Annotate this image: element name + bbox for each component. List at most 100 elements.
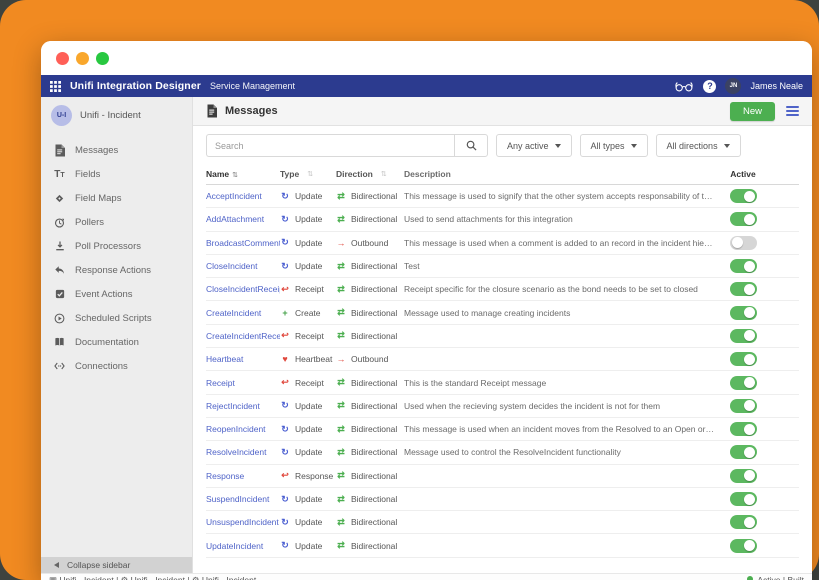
message-name-link[interactable]: CloseIncidentReceipt [206, 284, 280, 294]
message-name-link[interactable]: UpdateIncident [206, 541, 263, 551]
sidebar-item-fields[interactable]: TTFields [41, 162, 192, 186]
active-toggle[interactable] [730, 539, 757, 553]
toggle-knob [744, 330, 755, 341]
type-label: Create [295, 308, 321, 318]
scheduled-scripts-icon [53, 312, 66, 325]
direction-label: Bidirectional [351, 494, 397, 504]
column-header-label: Direction [336, 169, 373, 179]
column-header-direction[interactable]: Direction ⇅ [336, 169, 404, 179]
user-avatar[interactable]: JN [725, 78, 741, 94]
message-name-link[interactable]: AcceptIncident [206, 191, 262, 201]
spectacles-icon[interactable] [674, 81, 694, 92]
active-toggle[interactable] [730, 329, 757, 343]
message-name-link[interactable]: Heartbeat [206, 354, 243, 364]
message-name-link[interactable]: ReopenIncident [206, 424, 266, 434]
table-row: CloseIncident↻Update⇄BidirectionalTest [206, 255, 799, 278]
active-toggle[interactable] [730, 212, 757, 226]
statusbar-open-tabs[interactable]: ▦ Unifi - Incident | ⚙ Unifi - Incident … [49, 575, 256, 580]
message-name-link[interactable]: RejectIncident [206, 401, 260, 411]
active-toggle[interactable] [730, 469, 757, 483]
column-header-name[interactable]: Name⇅ [206, 169, 280, 179]
table-row: BroadcastComment↻Update→OutboundThis mes… [206, 232, 799, 255]
navbar-service-management-link[interactable]: Service Management [210, 81, 295, 91]
active-toggle[interactable] [730, 236, 757, 250]
description-cell: This message is used when a comment is a… [404, 238, 721, 248]
direction-label: Bidirectional [351, 471, 397, 481]
sidebar-item-documentation[interactable]: Documentation [41, 330, 192, 354]
message-name-link[interactable]: CreateIncident [206, 308, 261, 318]
sidebar-item-connections[interactable]: Connections [41, 354, 192, 378]
active-filter-dropdown[interactable]: Any active [496, 134, 572, 157]
type-filter-dropdown[interactable]: All types [580, 134, 648, 157]
bidirectional-arrows-icon: ⇄ [336, 261, 346, 272]
toggle-knob [732, 237, 743, 248]
direction-filter-dropdown[interactable]: All directions [656, 134, 741, 157]
toggle-knob [744, 517, 755, 528]
integration-name: Unifi - Incident [80, 110, 141, 121]
active-toggle[interactable] [730, 515, 757, 529]
active-toggle[interactable] [730, 189, 757, 203]
message-name-link[interactable]: UnsuspendIncident [206, 517, 279, 527]
message-name-link[interactable]: CloseIncident [206, 261, 258, 271]
sidebar-item-poll-processors[interactable]: Poll Processors [41, 234, 192, 258]
active-toggle[interactable] [730, 282, 757, 296]
type-cell: ↻Update [280, 400, 336, 411]
table-row: AcceptIncident↻Update⇄BidirectionalThis … [206, 185, 799, 208]
toggle-knob [744, 424, 755, 435]
description-cell: This is the standard Receipt message [404, 378, 721, 388]
collapse-sidebar-button[interactable]: Collapse sidebar [41, 557, 192, 573]
active-toggle[interactable] [730, 259, 757, 273]
message-name-link[interactable]: BroadcastComment [206, 238, 280, 248]
active-toggle[interactable] [730, 399, 757, 413]
active-toggle[interactable] [730, 352, 757, 366]
message-name-link[interactable]: SuspendIncident [206, 494, 269, 504]
active-cell [721, 259, 765, 273]
active-toggle[interactable] [730, 492, 757, 506]
new-message-button[interactable]: New [730, 102, 775, 121]
direction-cell: →Outbound [336, 354, 404, 364]
apps-grid-icon[interactable] [50, 81, 61, 92]
minimize-window-button[interactable] [76, 52, 89, 65]
active-filter-label: Any active [507, 141, 549, 151]
sidebar-item-messages[interactable]: Messages [41, 138, 192, 162]
active-toggle[interactable] [730, 445, 757, 459]
sidebar-item-label: Poll Processors [75, 241, 141, 252]
sidebar-item-label: Connections [75, 361, 128, 372]
user-name[interactable]: James Neale [750, 81, 803, 91]
sidebar-item-response-actions[interactable]: Response Actions [41, 258, 192, 282]
menu-icon[interactable] [786, 106, 799, 116]
active-toggle[interactable] [730, 376, 757, 390]
bidirectional-arrows-icon: ⇄ [336, 400, 346, 411]
help-icon[interactable]: ? [703, 80, 716, 93]
app-window: Unifi Integration Designer Service Manag… [41, 41, 812, 580]
reply-icon: ↩ [280, 470, 290, 481]
active-toggle[interactable] [730, 306, 757, 320]
column-header-type[interactable]: Type⇅ [280, 169, 336, 179]
table-row: UpdateIncident↻Update⇄Bidirectional [206, 534, 799, 557]
column-header-label: Description [404, 169, 451, 179]
search-input[interactable] [206, 134, 454, 157]
maximize-window-button[interactable] [96, 52, 109, 65]
message-name-cell: CreateIncident [206, 308, 280, 318]
message-name-link[interactable]: CreateIncidentReceipt [206, 331, 280, 341]
bidirectional-arrows-icon: ⇄ [336, 191, 346, 202]
sidebar-item-scheduled-scripts[interactable]: Scheduled Scripts [41, 306, 192, 330]
type-label: Heartbeat [295, 354, 332, 364]
sidebar-item-pollers[interactable]: Pollers [41, 210, 192, 234]
close-window-button[interactable] [56, 52, 69, 65]
table-row: UnsuspendIncident↻Update⇄Bidirectional [206, 511, 799, 534]
active-toggle[interactable] [730, 422, 757, 436]
bidirectional-arrows-icon: ⇄ [336, 424, 346, 435]
search-button[interactable] [454, 134, 488, 157]
message-name-link[interactable]: Response [206, 471, 244, 481]
toggle-knob [744, 377, 755, 388]
message-name-link[interactable]: Receipt [206, 378, 235, 388]
message-name-link[interactable]: AddAttachment [206, 214, 264, 224]
message-name-link[interactable]: ResolveIncident [206, 447, 266, 457]
table-header-row: Name⇅Type⇅Direction⇅DescriptionActive [206, 164, 799, 185]
sidebar-item-event-actions[interactable]: Event Actions [41, 282, 192, 306]
statusbar-right: Active | Built [747, 575, 804, 580]
sort-icon: ⇅ [381, 170, 387, 178]
sidebar-item-field-maps[interactable]: Field Maps [41, 186, 192, 210]
integration-switcher[interactable]: U-I Unifi - Incident [41, 97, 192, 133]
